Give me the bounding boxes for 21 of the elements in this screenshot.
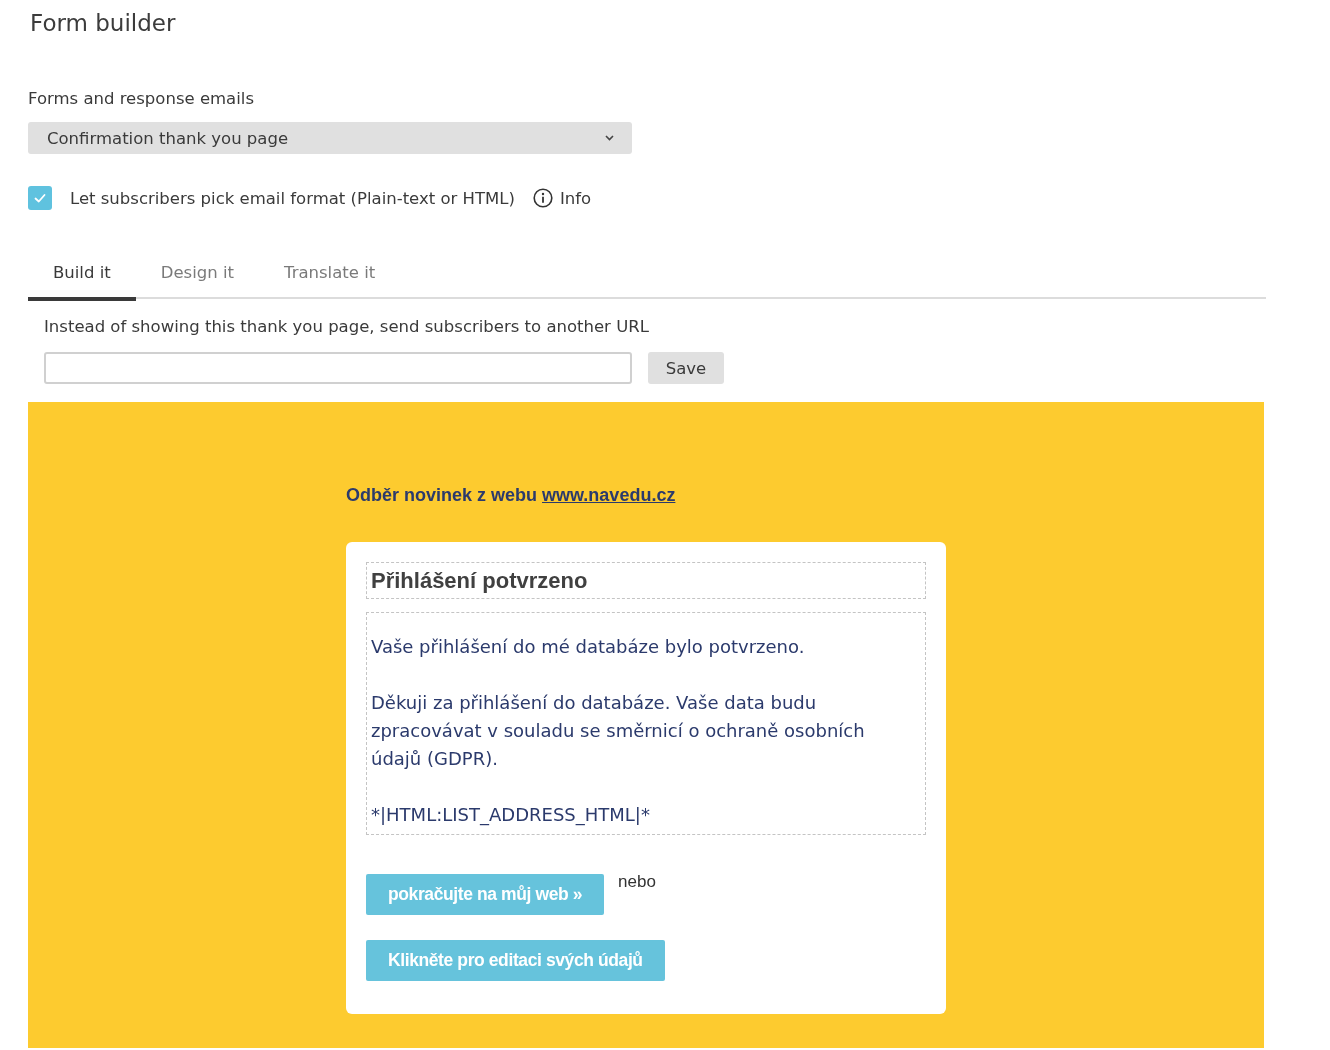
field-label: Forms and response emails bbox=[28, 88, 254, 110]
checkbox[interactable] bbox=[28, 186, 52, 210]
message-text: Vaše přihlášení do mé databáze bylo potvrzeno. bbox=[371, 635, 806, 659]
tab[interactable]: Design it bbox=[135, 248, 259, 301]
form-select[interactable]: Confirmation thank you page bbox=[28, 122, 632, 154]
message-text: Děkuji za přihlášení do databáze. Vaše data budu zpracovávat v souladu se směrnicí o ochraně osobních údajů (GDPR). bbox=[371, 691, 866, 771]
info-link[interactable]: Info bbox=[532, 188, 592, 208]
info-icon bbox=[532, 188, 553, 208]
url-input[interactable] bbox=[44, 352, 632, 384]
website-link[interactable]: www.navedu.cz bbox=[542, 485, 676, 505]
caret-icon bbox=[605, 135, 614, 141]
confirmation-title: Přihlášení potvrzeno bbox=[371, 567, 589, 594]
tab[interactable]: Translate it bbox=[259, 248, 401, 301]
or-text: nebo bbox=[618, 872, 656, 892]
message-text: *|HTML:LIST_ADDRESS_HTML|* bbox=[371, 803, 651, 828]
redirect-label: Instead of showing this thank you page, send subscribers to another URL bbox=[44, 316, 649, 338]
newsletter-heading: Odběr novinek z webu www.navedu.cz bbox=[346, 485, 676, 505]
checkbox-label: Let subscribers pick email format (Plain-text or HTML) bbox=[70, 188, 515, 208]
page-title: Form builder bbox=[29, 9, 176, 38]
save-button[interactable]: Save bbox=[648, 352, 724, 384]
tab[interactable]: Build it bbox=[28, 248, 136, 301]
